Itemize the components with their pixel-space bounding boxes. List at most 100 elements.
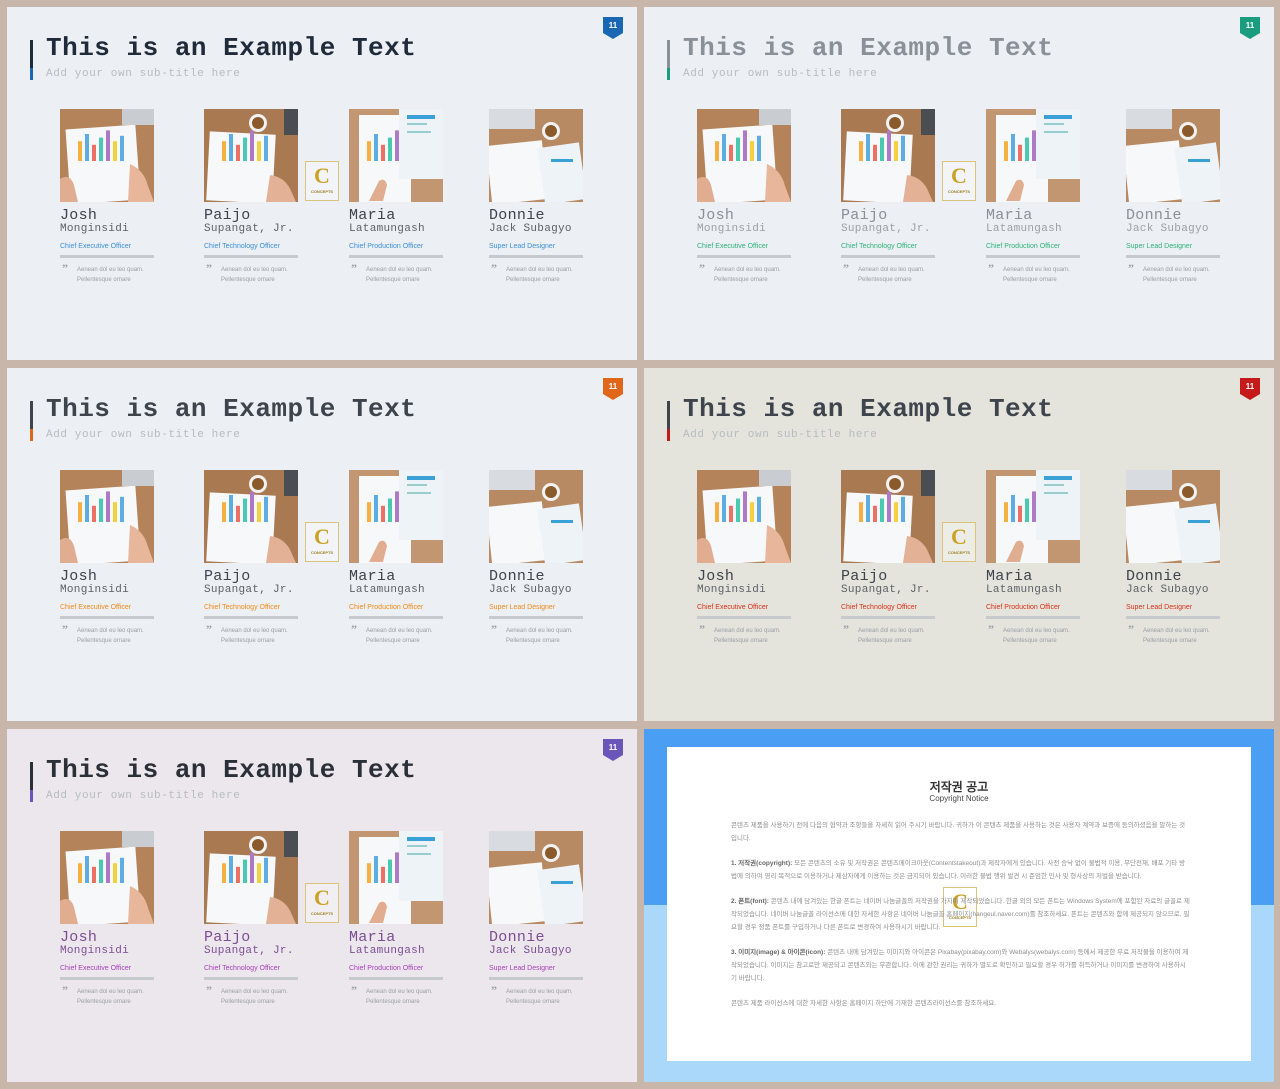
title-accent-bar — [30, 401, 33, 441]
logo-text: CONCEPTS — [310, 189, 334, 194]
quote-mark-icon: ” — [206, 261, 212, 275]
quote-line-1: Aenean dol eu leo quam. — [366, 267, 433, 273]
notice-item-2-head: 2. 폰트(font): — [731, 898, 769, 905]
quote-line-1: Aenean dol eu leo quam. — [221, 989, 288, 995]
notice-subtitle: Copyright Notice — [929, 794, 989, 803]
quote-line-2: Pellentesque ornare — [77, 638, 131, 644]
member-first-name: Maria — [986, 568, 1033, 585]
team-slide-orange: This is an Example Text Add your own sub-… — [7, 368, 637, 721]
member-last-name: Latamungash — [349, 223, 425, 235]
card-divider — [489, 616, 583, 619]
quote-line-1: Aenean dol eu leo quam. — [1143, 267, 1210, 273]
member-last-name: Monginsidi — [60, 945, 130, 957]
quote-line-1: Aenean dol eu leo quam. — [1003, 628, 1070, 634]
slide-subtitle: Add your own sub-title here — [683, 429, 878, 441]
member-quote: ” Aenean dol eu leo quam. Pellentesque orn… — [489, 983, 583, 1007]
team-slide-green: This is an Example Text Add your own sub-… — [644, 7, 1274, 360]
member-quote: ” Aenean dol eu leo quam. Pellentesque orn… — [697, 623, 791, 646]
member-first-name: Donnie — [489, 929, 545, 946]
team-member-photo — [60, 470, 154, 563]
team-member-card: Paijo Supangat, Jr. Chief Technology Offic… — [204, 470, 298, 646]
member-first-name: Donnie — [489, 568, 545, 585]
team-member-card: Josh Monginsidi Chief Executive Officer ” Ae… — [697, 470, 791, 646]
team-member-card: Josh Monginsidi Chief Executive Officer ” Ae… — [697, 109, 791, 285]
member-last-name: Monginsidi — [60, 223, 130, 235]
slide-subtitle: Add your own sub-title here — [46, 790, 241, 802]
member-role: Super Lead Designer — [489, 965, 556, 972]
member-first-name: Paijo — [204, 207, 251, 224]
member-last-name: Supangat, Jr. — [841, 584, 931, 596]
member-quote: ” Aenean dol eu leo quam. Pellentesque orn… — [489, 623, 583, 646]
team-photo-image — [60, 470, 154, 563]
member-first-name: Maria — [986, 207, 1033, 224]
slide-title: This is an Example Text — [46, 33, 417, 63]
quote-line-1: Aenean dol eu leo quam. — [714, 267, 781, 273]
team-member-photo — [349, 831, 443, 924]
team-member-photo — [60, 109, 154, 202]
notice-item-1: 1. 저작권(copyright): 모든 콘텐츠의 소유 및 저작권은 콘텐츠… — [731, 857, 1191, 883]
card-divider — [841, 616, 935, 619]
card-divider — [986, 616, 1080, 619]
slide-title: This is an Example Text — [683, 394, 1054, 424]
logo-text: CONCEPTS — [310, 550, 334, 555]
quote-mark-icon: ” — [491, 983, 497, 997]
team-member-card: Josh Monginsidi Chief Executive Officer ” Ae… — [60, 109, 154, 285]
quote-line-2: Pellentesque ornare — [714, 277, 768, 283]
card-divider — [349, 255, 443, 258]
member-quote: ” Aenean dol eu leo quam. Pellentesque orn… — [1126, 623, 1220, 646]
logo-letter: C — [951, 524, 967, 549]
page-number: 11 — [1245, 382, 1255, 391]
member-role: Super Lead Designer — [489, 604, 556, 611]
member-role: Super Lead Designer — [489, 243, 556, 250]
team-photo-image — [349, 109, 443, 202]
member-first-name: Paijo — [841, 207, 888, 224]
team-member-photo — [841, 470, 935, 563]
team-member-card: Donnie Jack Subagyo Super Lead Designer ” Ae… — [1126, 470, 1220, 646]
member-quote: ” Aenean dol eu leo quam. Pellentesque orn… — [1126, 262, 1220, 285]
card-divider — [349, 977, 443, 980]
member-role: Chief Executive Officer — [697, 243, 769, 250]
member-first-name: Maria — [349, 929, 396, 946]
quote-line-2: Pellentesque ornare — [77, 999, 131, 1005]
member-quote: ” Aenean dol eu leo quam. Pellentesque orn… — [204, 261, 298, 285]
slide-subtitle: Add your own sub-title here — [46, 429, 241, 441]
quote-line-2: Pellentesque ornare — [366, 638, 420, 644]
quote-mark-icon: ” — [843, 261, 849, 275]
team-photo-image — [204, 109, 298, 202]
quote-mark-icon: ” — [62, 622, 68, 636]
quote-line-2: Pellentesque ornare — [1003, 277, 1057, 283]
quote-line-2: Pellentesque ornare — [366, 277, 420, 283]
quote-line-1: Aenean dol eu leo quam. — [1003, 267, 1070, 273]
member-first-name: Josh — [60, 207, 98, 224]
quote-line-1: Aenean dol eu leo quam. — [77, 267, 144, 273]
page-number-badge: 11 — [603, 378, 623, 400]
logo-letter: C — [314, 524, 330, 549]
slide-title: This is an Example Text — [46, 755, 417, 785]
notice-item-3: 3. 이미지(image) & 아이콘(icon): 콘텐츠 내에 담겨있는 이… — [731, 946, 1191, 985]
quote-line-1: Aenean dol eu leo quam. — [858, 628, 925, 634]
quote-line-1: Aenean dol eu leo quam. — [1143, 628, 1210, 634]
notice-title: 저작권 공고 — [929, 780, 989, 794]
team-member-card: Maria Latamungash Chief Production Officer… — [349, 109, 443, 285]
notice-item-1-body: 모든 콘텐츠의 소유 및 저작권은 콘텐츠메이크아웃(Contentstakeo… — [731, 860, 1186, 880]
member-last-name: Jack Subagyo — [489, 945, 572, 957]
team-member-photo — [841, 109, 935, 202]
quote-mark-icon: ” — [843, 622, 849, 636]
quote-mark-icon: ” — [988, 622, 994, 636]
quote-mark-icon: ” — [206, 622, 212, 636]
member-quote: ” Aenean dol eu leo quam. Pellentesque orn… — [349, 622, 443, 646]
quote-line-1: Aenean dol eu leo quam. — [77, 628, 144, 634]
quote-mark-icon: ” — [351, 622, 357, 636]
notice-footer: 콘텐츠 제품 라이선스에 대한 자세한 사항은 홈페이지 하단에 기재한 콘텐츠… — [731, 1000, 997, 1007]
quote-mark-icon: ” — [62, 261, 68, 275]
quote-line-1: Aenean dol eu leo quam. — [506, 628, 573, 634]
member-quote: ” Aenean dol eu leo quam. Pellentesque orn… — [986, 262, 1080, 285]
quote-mark-icon: ” — [351, 983, 357, 997]
quote-line-2: Pellentesque ornare — [221, 638, 275, 644]
concepts-logo: C CONCEPTS — [305, 161, 339, 201]
member-last-name: Latamungash — [349, 584, 425, 596]
card-divider — [841, 255, 935, 258]
member-quote: ” Aenean dol eu leo quam. Pellentesque orn… — [60, 622, 154, 646]
member-role: Chief Technology Officer — [841, 243, 918, 250]
logo-letter: C — [314, 885, 330, 910]
